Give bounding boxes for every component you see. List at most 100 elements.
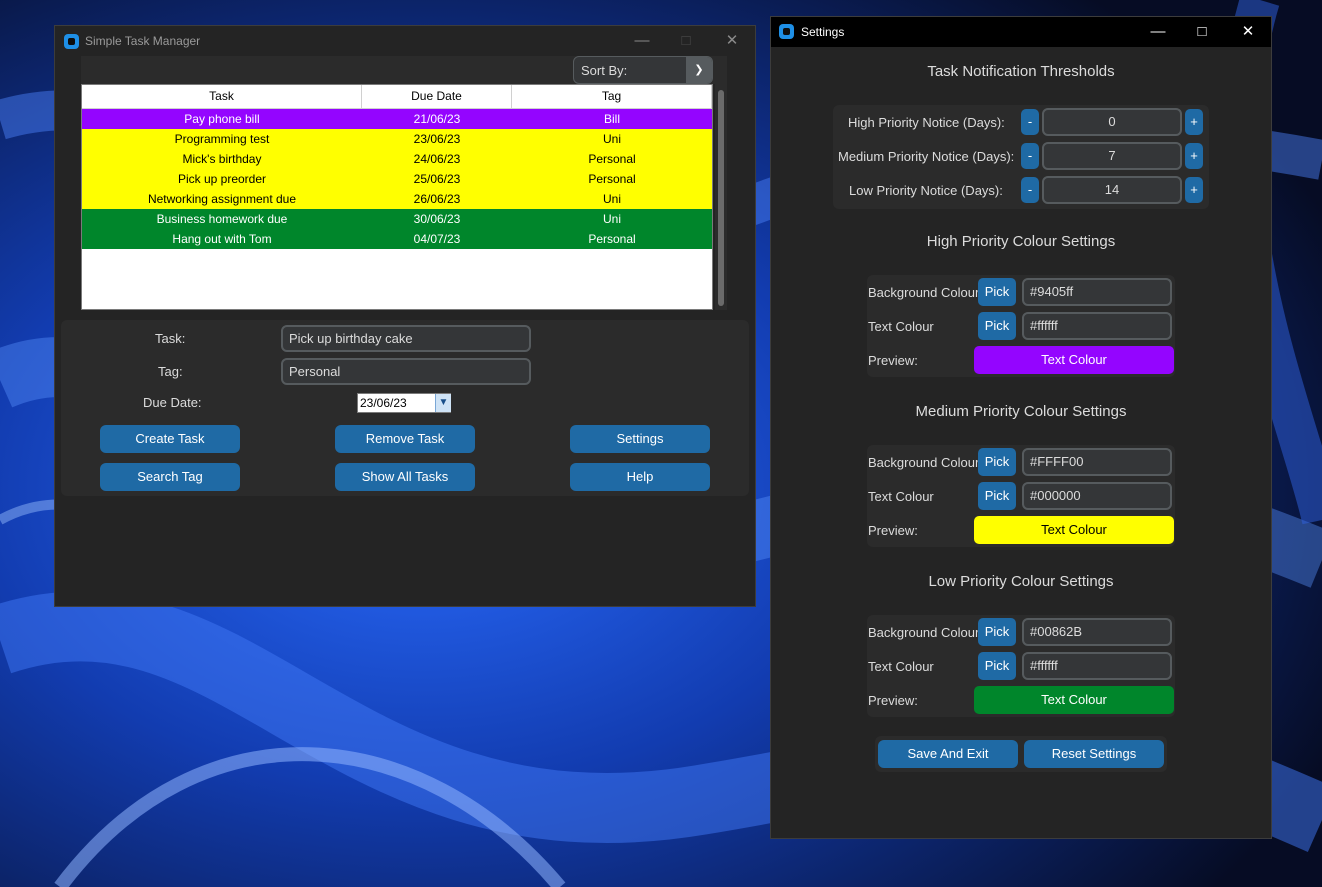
app-icon <box>64 34 79 49</box>
low-text-colour-input[interactable]: #ffffff <box>1022 652 1172 680</box>
high-notice-increment-button[interactable]: + <box>1185 109 1203 135</box>
table-row[interactable]: Programming test 23/06/23 Uni <box>82 129 712 149</box>
medium-colour-preview: Text Colour <box>974 516 1174 544</box>
medium-notice-increment-button[interactable]: + <box>1185 143 1203 169</box>
high-text-colour-input[interactable]: #ffffff <box>1022 312 1172 340</box>
high-colour-preview: Text Colour <box>974 346 1174 374</box>
due-date-cell: 24/06/23 <box>413 152 461 166</box>
due-date-cell: 04/07/23 <box>413 232 461 246</box>
medium-bg-colour-label: Background Colour <box>868 455 980 470</box>
tag-cell: Uni <box>602 212 621 226</box>
high-bg-pick-button[interactable]: Pick <box>978 278 1016 306</box>
high-bg-colour-input[interactable]: #9405ff <box>1022 278 1172 306</box>
tag-cell: Bill <box>603 112 620 126</box>
high-text-pick-button[interactable]: Pick <box>978 312 1016 340</box>
low-bg-pick-button[interactable]: Pick <box>978 618 1016 646</box>
task-table[interactable]: Task Due Date Tag Pay phone bill 21/06/2… <box>81 84 713 310</box>
medium-text-colour-input[interactable]: #000000 <box>1022 482 1172 510</box>
medium-bg-colour-input[interactable]: #FFFF00 <box>1022 448 1172 476</box>
tag-input[interactable]: Personal <box>281 358 531 385</box>
table-row[interactable]: Pay phone bill 21/06/23 Bill <box>82 109 712 129</box>
maximize-icon[interactable]: □ <box>671 30 701 52</box>
window-title: Settings <box>801 25 845 39</box>
task-cell: Networking assignment due <box>147 192 297 206</box>
title-bar[interactable]: Settings — □ ✕ <box>771 17 1271 47</box>
title-bar[interactable]: Simple Task Manager — □ ✕ <box>55 26 755 56</box>
high-notice-input[interactable]: 0 <box>1042 108 1182 136</box>
medium-notice-label: Medium Priority Notice (Days): <box>838 149 1015 164</box>
task-cell: Mick's birthday <box>182 152 262 166</box>
close-icon[interactable]: ✕ <box>1233 21 1263 43</box>
create-task-button[interactable]: Create Task <box>100 425 240 453</box>
medium-text-colour-label: Text Colour <box>868 489 934 504</box>
column-header-task[interactable]: Task <box>82 85 362 108</box>
chevron-down-icon[interactable]: ❯ <box>686 57 712 83</box>
table-row[interactable]: Mick's birthday 24/06/23 Personal <box>82 149 712 169</box>
medium-colour-heading: Medium Priority Colour Settings <box>915 403 1127 420</box>
medium-notice-input[interactable]: 7 <box>1042 142 1182 170</box>
table-row[interactable]: Hang out with Tom 04/07/23 Personal <box>82 229 712 249</box>
tag-cell: Personal <box>588 152 636 166</box>
settings-window: Settings — □ ✕ Task Notification Thresho… <box>770 16 1272 839</box>
search-tag-button[interactable]: Search Tag <box>100 463 240 491</box>
medium-text-pick-button[interactable]: Pick <box>978 482 1016 510</box>
medium-preview-label: Preview: <box>868 523 918 538</box>
medium-notice-decrement-button[interactable]: - <box>1021 143 1039 169</box>
table-body: Pay phone bill 21/06/23 Bill Programming… <box>82 109 712 249</box>
due-date-cell: 23/06/23 <box>413 132 461 146</box>
high-preview-label: Preview: <box>868 353 918 368</box>
task-input[interactable]: Pick up birthday cake <box>281 325 531 352</box>
low-bg-colour-label: Background Colour <box>868 625 980 640</box>
low-notice-decrement-button[interactable]: - <box>1021 177 1039 203</box>
tag-label: Tag: <box>158 364 183 379</box>
calendar-dropdown-icon[interactable]: ▼ <box>435 394 451 412</box>
low-text-colour-label: Text Colour <box>868 659 934 674</box>
high-bg-colour-label: Background Colour <box>868 285 980 300</box>
high-colour-heading: High Priority Colour Settings <box>926 233 1116 250</box>
low-bg-colour-input[interactable]: #00862B <box>1022 618 1172 646</box>
high-notice-decrement-button[interactable]: - <box>1021 109 1039 135</box>
table-header: Task Due Date Tag <box>82 85 712 109</box>
due-date-cell: 21/06/23 <box>413 112 461 126</box>
low-notice-increment-button[interactable]: + <box>1185 177 1203 203</box>
low-preview-label: Preview: <box>868 693 918 708</box>
maximize-icon[interactable]: □ <box>1187 21 1217 43</box>
save-and-exit-button[interactable]: Save And Exit <box>878 740 1018 768</box>
due-date-cell: 26/06/23 <box>413 192 461 206</box>
low-text-pick-button[interactable]: Pick <box>978 652 1016 680</box>
reset-settings-button[interactable]: Reset Settings <box>1024 740 1164 768</box>
sort-by-dropdown[interactable]: Sort By: ❯ <box>573 56 713 84</box>
minimize-icon[interactable]: — <box>627 30 657 52</box>
window-title: Simple Task Manager <box>85 34 201 48</box>
low-notice-input[interactable]: 14 <box>1042 176 1182 204</box>
settings-button[interactable]: Settings <box>570 425 710 453</box>
task-cell: Business homework due <box>156 212 288 226</box>
low-colour-heading: Low Priority Colour Settings <box>928 573 1114 590</box>
task-manager-window: Simple Task Manager — □ ✕ Sort By: ❯ Tas… <box>54 25 756 607</box>
due-date-cell: 30/06/23 <box>413 212 461 226</box>
table-row[interactable]: Networking assignment due 26/06/23 Uni <box>82 189 712 209</box>
table-row[interactable]: Pick up preorder 25/06/23 Personal <box>82 169 712 189</box>
task-cell: Programming test <box>174 132 270 146</box>
column-header-due-date[interactable]: Due Date <box>362 85 512 108</box>
scrollbar-thumb[interactable] <box>718 90 724 306</box>
high-notice-label: High Priority Notice (Days): <box>848 115 1005 130</box>
show-all-tasks-button[interactable]: Show All Tasks <box>335 463 475 491</box>
tag-cell: Personal <box>588 232 636 246</box>
minimize-icon[interactable]: — <box>1143 21 1173 43</box>
table-row[interactable]: Business homework due 30/06/23 Uni <box>82 209 712 229</box>
close-icon[interactable]: ✕ <box>717 30 747 52</box>
task-label: Task: <box>155 331 186 346</box>
thresholds-heading: Task Notification Thresholds <box>927 63 1115 80</box>
low-notice-label: Low Priority Notice (Days): <box>849 183 1003 198</box>
medium-bg-pick-button[interactable]: Pick <box>978 448 1016 476</box>
tag-cell: Personal <box>588 172 636 186</box>
high-text-colour-label: Text Colour <box>868 319 934 334</box>
help-button[interactable]: Help <box>570 463 710 491</box>
task-cell: Hang out with Tom <box>172 232 272 246</box>
low-colour-preview: Text Colour <box>974 686 1174 714</box>
remove-task-button[interactable]: Remove Task <box>335 425 475 453</box>
column-header-tag[interactable]: Tag <box>512 85 712 108</box>
sort-by-label: Sort By: <box>581 63 628 78</box>
tag-cell: Uni <box>602 192 621 206</box>
